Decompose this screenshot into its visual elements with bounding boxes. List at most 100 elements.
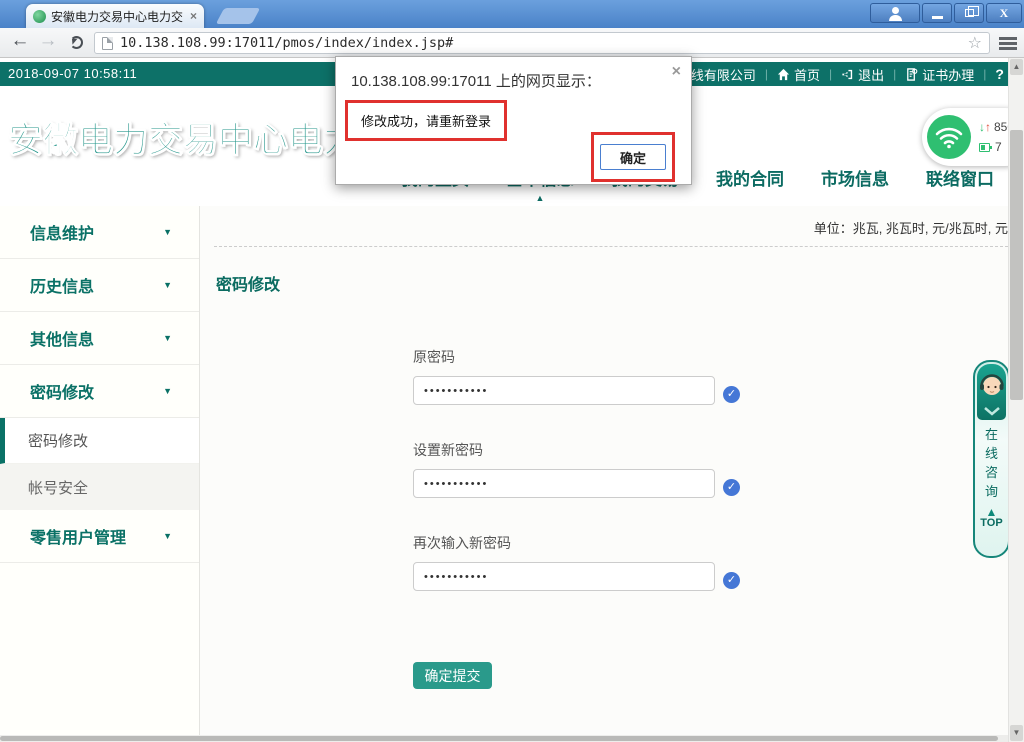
browser-toolbar: ← → 10.138.108.99:17011/pmos/index/index… (0, 28, 1024, 58)
back-to-top-arrow-icon[interactable]: ▲ (986, 507, 998, 517)
sidebar: 信息维护 ▼ 历史信息 ▼ 其他信息 ▼ 密码修改 ▼ 密码修改 帐号安全 (0, 206, 200, 735)
logout-link[interactable]: 退出 (841, 65, 884, 84)
annotation-message-box: 修改成功，请重新登录 (345, 100, 507, 141)
new-password-field: 设置新密码 ✓ (413, 440, 1008, 498)
check-circle-icon: ✓ (723, 386, 740, 403)
dialog-title: 10.138.108.99:17011 上的网页显示： (351, 70, 601, 91)
horizontal-scrollbar-thumb[interactable] (0, 736, 998, 741)
confirm-password-input[interactable] (413, 562, 715, 591)
check-circle-icon: ✓ (723, 479, 740, 496)
consult-char: 咨 (985, 463, 998, 482)
wifi-circle (927, 115, 971, 159)
page-title: 密码修改 (216, 271, 1008, 295)
nav-item-my-contracts[interactable]: 我的合同 (716, 165, 784, 190)
certificate-icon (905, 68, 918, 81)
consult-char: 询 (985, 482, 998, 501)
back-to-top-label[interactable]: TOP (980, 517, 1002, 529)
new-tab-button[interactable] (216, 8, 261, 24)
password-form: 原密码 ✓ 设置新密码 ✓ 再次输入新密码 (413, 347, 1008, 689)
page-icon (102, 37, 113, 50)
chevron-down-icon: ▼ (163, 386, 172, 396)
home-link-label: 首页 (794, 65, 820, 84)
separator: | (765, 67, 768, 81)
wifi-icon (935, 125, 963, 149)
vertical-scrollbar[interactable]: ▲ ▼ (1008, 58, 1024, 742)
logout-icon (841, 68, 854, 81)
sidebar-group-retail-user-management[interactable]: 零售用户管理 ▼ (0, 510, 199, 563)
agent-avatar-icon (977, 364, 1006, 420)
chevron-down-icon: ▼ (163, 531, 172, 541)
browser-tab[interactable]: 安徽电力交易中心电力交 × (26, 4, 204, 28)
restore-button[interactable] (954, 3, 984, 23)
sidebar-group-label: 其他信息 (30, 326, 94, 350)
upload-arrow-icon: ↑ (985, 120, 991, 134)
separator: | (983, 67, 986, 81)
url-text[interactable]: 10.138.108.99:17011/pmos/index/index.jsp… (120, 35, 968, 51)
vertical-scrollbar-thumb[interactable] (1010, 130, 1023, 400)
chevron-down-icon: ▼ (163, 333, 172, 343)
question-icon: ? (995, 66, 1004, 82)
certificate-link-label: 证书办理 (922, 65, 974, 84)
reload-icon[interactable] (70, 36, 83, 49)
minimize-button[interactable] (922, 3, 952, 23)
company-name: 线有限公司 (691, 65, 756, 84)
profile-button[interactable] (870, 3, 920, 23)
battery-count: 7 (995, 140, 1002, 154)
timestamp: 2018-09-07 10:58:11 (8, 66, 137, 81)
check-circle-icon: ✓ (723, 572, 740, 589)
chevron-down-icon: ▼ (163, 227, 172, 237)
horizontal-scrollbar[interactable] (0, 735, 1008, 742)
minimize-icon (932, 16, 943, 19)
old-password-input[interactable] (413, 376, 715, 405)
sidebar-sub-account-security[interactable]: 帐号安全 (0, 464, 199, 510)
content-panel: 单位：兆瓦, 兆瓦时, 元/兆瓦时, 元 密码修改 原密码 ✓ 设置新密码 (200, 206, 1024, 735)
scroll-down-icon[interactable]: ▼ (1010, 725, 1023, 741)
consult-label: 在 线 咨 询 (985, 425, 998, 501)
forward-button[interactable]: → (36, 30, 60, 52)
home-icon (777, 68, 790, 81)
sidebar-group-password-change[interactable]: 密码修改 ▼ (0, 365, 199, 418)
annotation-ok-box: 确定 (591, 132, 675, 182)
new-password-input[interactable] (413, 469, 715, 498)
nav-item-market-info[interactable]: 市场信息 (821, 165, 889, 190)
sidebar-group-label: 信息维护 (30, 220, 94, 244)
address-bar[interactable]: 10.138.108.99:17011/pmos/index/index.jsp… (94, 32, 990, 54)
dialog-close-icon[interactable]: × (672, 63, 681, 81)
consult-char: 在 (985, 425, 998, 444)
sidebar-sub-password-change[interactable]: 密码修改 (0, 418, 199, 464)
confirm-password-label: 再次输入新密码 (413, 533, 1008, 553)
old-password-field: 原密码 ✓ (413, 347, 1008, 405)
certificate-link[interactable]: 证书办理 (905, 65, 974, 84)
home-link[interactable]: 首页 (777, 65, 820, 84)
logout-link-label: 退出 (858, 65, 884, 84)
alert-dialog: 10.138.108.99:17011 上的网页显示： × 修改成功，请重新登录… (335, 56, 692, 185)
chevron-down-icon: ▼ (163, 280, 172, 290)
sidebar-group-info-maintenance[interactable]: 信息维护 ▼ (0, 206, 199, 259)
confirm-password-field: 再次输入新密码 ✓ (413, 533, 1008, 591)
new-password-label: 设置新密码 (413, 440, 1008, 460)
separator: | (893, 67, 896, 81)
scroll-up-icon[interactable]: ▲ (1010, 59, 1023, 75)
sidebar-group-label: 密码修改 (30, 379, 94, 403)
tab-favicon-icon (33, 10, 46, 23)
nav-item-contact-window[interactable]: 联络窗口 (926, 165, 994, 190)
active-tab-caret-icon: ▲ (536, 193, 545, 203)
user-icon (892, 7, 899, 14)
sidebar-group-history-info[interactable]: 历史信息 ▼ (0, 259, 199, 312)
sidebar-group-label: 零售用户管理 (30, 524, 126, 548)
browser-titlebar: 安徽电力交易中心电力交 × X (0, 0, 1024, 28)
bookmark-star-icon[interactable]: ☆ (968, 33, 982, 53)
consult-char: 线 (985, 444, 998, 463)
old-password-label: 原密码 (413, 347, 1008, 367)
main-area: 信息维护 ▼ 历史信息 ▼ 其他信息 ▼ 密码修改 ▼ 密码修改 帐号安全 (0, 206, 1024, 735)
browser-menu-icon[interactable] (999, 37, 1017, 52)
tab-close-icon[interactable]: × (190, 9, 197, 23)
dialog-ok-button[interactable]: 确定 (600, 144, 666, 170)
back-button[interactable]: ← (8, 30, 32, 52)
online-consult-widget[interactable]: 在 线 咨 询 ▲ TOP (973, 360, 1010, 558)
close-window-button[interactable]: X (986, 3, 1022, 23)
dashed-divider (214, 246, 1008, 247)
submit-button[interactable]: 确定提交 (413, 662, 492, 689)
dialog-message: 修改成功，请重新登录 (348, 103, 504, 138)
sidebar-group-other-info[interactable]: 其他信息 ▼ (0, 312, 199, 365)
